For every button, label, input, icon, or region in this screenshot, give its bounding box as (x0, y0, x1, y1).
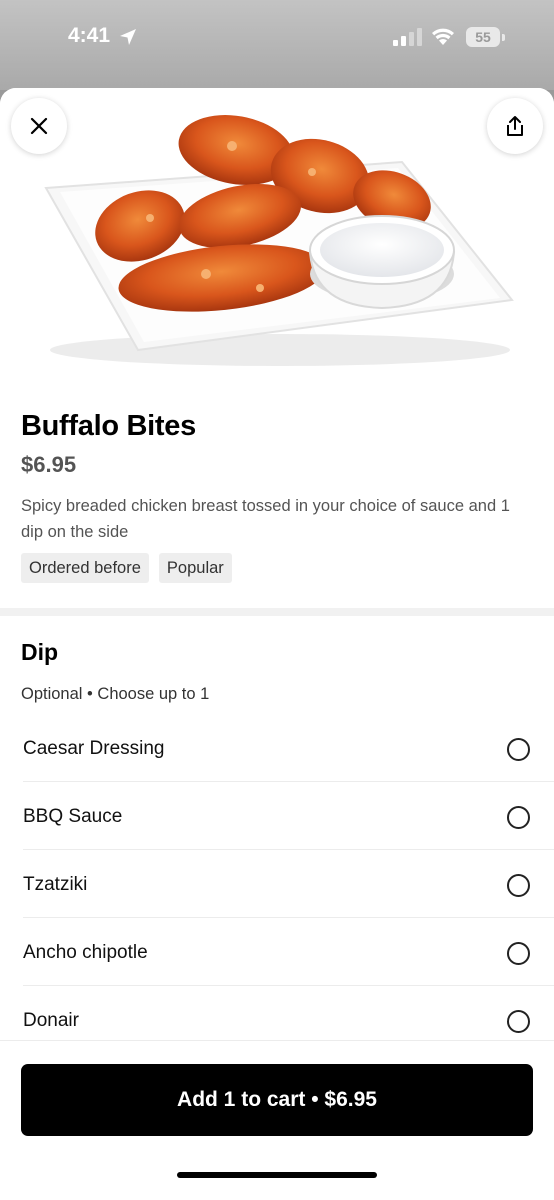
add-to-cart-button[interactable]: Add 1 to cart • $6.95 (21, 1064, 533, 1136)
item-title: Buffalo Bites (21, 410, 196, 442)
home-indicator[interactable] (177, 1172, 377, 1178)
option-label: BBQ Sauce (23, 806, 123, 827)
dip-option-tzatziki[interactable]: Tzatziki (23, 850, 554, 918)
item-detail-sheet: Buffalo Bites $6.95 Spicy breaded chicke… (0, 88, 554, 1200)
item-tags: Ordered before Popular (21, 553, 232, 583)
ordered-before-badge: Ordered before (21, 553, 149, 583)
radio-button[interactable] (507, 806, 530, 829)
share-icon (507, 116, 523, 136)
status-bar: 4:41 55 (0, 0, 554, 90)
close-icon (30, 117, 48, 135)
share-button[interactable] (487, 98, 543, 154)
cart-footer: Add 1 to cart • $6.95 (0, 1040, 554, 1200)
battery-level: 55 (466, 27, 500, 47)
battery-cap (502, 34, 505, 41)
popular-badge: Popular (158, 553, 232, 583)
dip-options-list: Caesar Dressing BBQ Sauce Tzatziki Ancho… (23, 714, 554, 1054)
dip-section-title: Dip (21, 639, 59, 665)
status-time: 4:41 (68, 24, 111, 47)
item-image (0, 88, 554, 388)
buffalo-bites-photo (44, 115, 514, 366)
section-divider (0, 608, 554, 616)
cellular-signal-icon (393, 28, 422, 46)
dip-option-caesar-dressing[interactable]: Caesar Dressing (23, 714, 554, 782)
option-label: Donair (23, 1010, 79, 1031)
item-price: $6.95 (21, 452, 77, 477)
option-label: Caesar Dressing (23, 738, 165, 759)
dip-section-subtitle: Optional • Choose up to 1 (21, 685, 210, 703)
battery-icon: 55 (466, 27, 506, 47)
wifi-icon (432, 28, 454, 45)
dip-option-bbq-sauce[interactable]: BBQ Sauce (23, 782, 554, 850)
radio-button[interactable] (507, 738, 530, 761)
radio-button[interactable] (507, 1010, 530, 1033)
location-arrow-icon (120, 29, 136, 45)
option-label: Ancho chipotle (23, 942, 148, 963)
radio-button[interactable] (507, 942, 530, 965)
close-button[interactable] (11, 98, 67, 154)
item-description: Spicy breaded chicken breast tossed in y… (21, 497, 510, 541)
dip-option-ancho-chipotle[interactable]: Ancho chipotle (23, 918, 554, 986)
option-label: Tzatziki (23, 874, 88, 895)
radio-button[interactable] (507, 874, 530, 897)
